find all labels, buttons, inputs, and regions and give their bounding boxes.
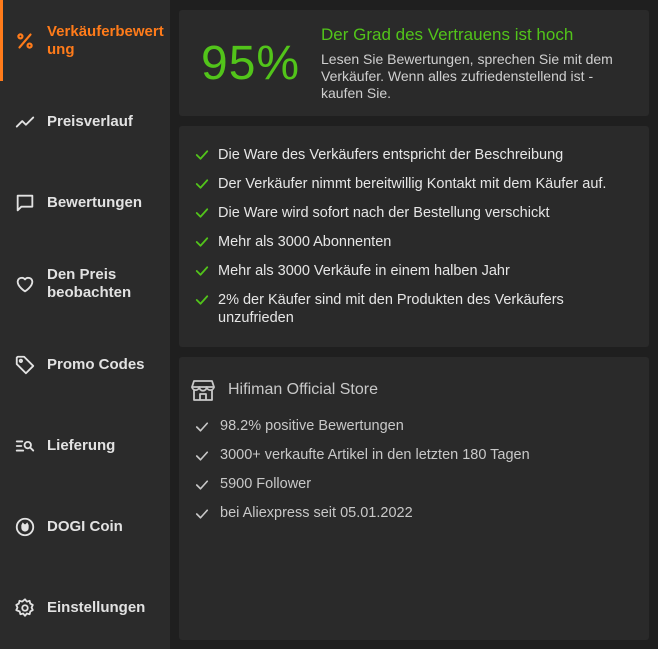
list-item: bei Aliexpress seit 05.01.2022	[191, 504, 635, 523]
list-item: Die Ware des Verkäufers entspricht der B…	[193, 146, 635, 164]
list-item: Der Verkäufer nimmt bereitwillig Kontakt…	[193, 175, 635, 193]
store-fact: bei Aliexpress seit 05.01.2022	[220, 505, 413, 521]
check-icon	[195, 266, 209, 276]
sidebar-item-price-history[interactable]: Preisverlauf	[0, 81, 170, 162]
sidebar-item-settings[interactable]: Einstellungen	[0, 567, 170, 648]
check-icon	[195, 179, 209, 189]
check-icon	[195, 479, 209, 490]
check-icon	[195, 150, 209, 160]
check-text: Der Verkäufer nimmt bereitwillig Kontakt…	[218, 176, 607, 192]
sidebar-item-label: Lieferung	[47, 436, 116, 454]
store-name: Hifiman Official Store	[228, 381, 378, 398]
store-fact: 5900 Follower	[220, 476, 312, 492]
store-icon	[191, 380, 215, 401]
sidebar-item-dogi-coin[interactable]: DOGI Coin	[0, 486, 170, 567]
sidebar-item-label: Promo Codes	[47, 355, 145, 373]
sidebar-item-seller-rating[interactable]: Verkäuferbewertung	[0, 0, 170, 81]
list-item: Mehr als 3000 Verkäufe in einem halben J…	[193, 262, 635, 280]
list-item: 3000+ verkaufte Artikel in den letzten 1…	[191, 446, 635, 465]
check-icon	[195, 421, 209, 432]
seller-checks-card: Die Ware des Verkäufers entspricht der B…	[179, 126, 649, 347]
check-text: Mehr als 3000 Abonnenten	[218, 234, 392, 250]
trust-score-description: Lesen Sie Bewertungen, sprechen Sie mit …	[321, 50, 613, 101]
store-info-card: Hifiman Official Store 98.2% positive Be…	[179, 357, 649, 640]
sidebar-item-promo-codes[interactable]: Promo Codes	[0, 324, 170, 405]
sidebar-item-label: Verkäuferbewertung	[47, 22, 164, 58]
coin-icon	[13, 515, 37, 539]
check-icon	[195, 295, 209, 305]
trust-score-title: Der Grad des Vertrauens ist hoch	[321, 24, 574, 44]
list-item: 98.2% positive Bewertungen	[191, 417, 635, 436]
chat-icon	[13, 191, 37, 215]
delivery-search-icon	[13, 434, 37, 458]
store-header: Hifiman Official Store	[191, 379, 635, 401]
tag-icon	[13, 353, 37, 377]
check-text: Mehr als 3000 Verkäufe in einem halben J…	[218, 263, 510, 279]
list-item: 2% der Käufer sind mit den Produkten des…	[193, 291, 635, 327]
store-fact: 3000+ verkaufte Artikel in den letzten 1…	[220, 447, 530, 463]
check-icon	[195, 208, 209, 218]
list-item: Die Ware wird sofort nach der Bestellung…	[193, 204, 635, 222]
sidebar-item-reviews[interactable]: Bewertungen	[0, 162, 170, 243]
percent-icon	[13, 29, 37, 53]
sidebar-item-label: Den Preis beobachten	[47, 265, 132, 301]
check-text: Die Ware des Verkäufers entspricht der B…	[218, 147, 564, 163]
check-icon	[195, 237, 209, 247]
trust-score-card: 95% Der Grad des Vertrauens ist hoch Les…	[179, 10, 649, 116]
sidebar-item-label: DOGI Coin	[47, 517, 123, 535]
sidebar-item-label: Preisverlauf	[47, 112, 133, 130]
trend-icon	[13, 110, 37, 134]
trust-score-text: Der Grad des Vertrauens ist hoch Lesen S…	[321, 25, 635, 102]
sidebar-item-label: Bewertungen	[47, 193, 143, 211]
list-item: Mehr als 3000 Abonnenten	[193, 233, 635, 251]
sidebar-item-watch-price[interactable]: Den Preis beobachten	[0, 243, 170, 324]
check-text: 2% der Käufer sind mit den Produkten des…	[218, 292, 564, 326]
check-icon	[195, 508, 209, 519]
sidebar-item-delivery[interactable]: Lieferung	[0, 405, 170, 486]
list-item: 5900 Follower	[191, 475, 635, 494]
sidebar: Verkäuferbewertung Preisverlauf Bewertun…	[0, 0, 170, 649]
check-text: Die Ware wird sofort nach der Bestellung…	[218, 205, 550, 221]
gear-icon	[13, 596, 37, 620]
main-content: 95% Der Grad des Vertrauens ist hoch Les…	[170, 0, 658, 649]
store-fact: 98.2% positive Bewertungen	[220, 418, 404, 434]
trust-score-value: 95%	[201, 36, 301, 90]
app-root: Verkäuferbewertung Preisverlauf Bewertun…	[0, 0, 658, 649]
check-icon	[195, 450, 209, 461]
heart-icon	[13, 272, 37, 296]
sidebar-item-label: Einstellungen	[47, 598, 146, 616]
